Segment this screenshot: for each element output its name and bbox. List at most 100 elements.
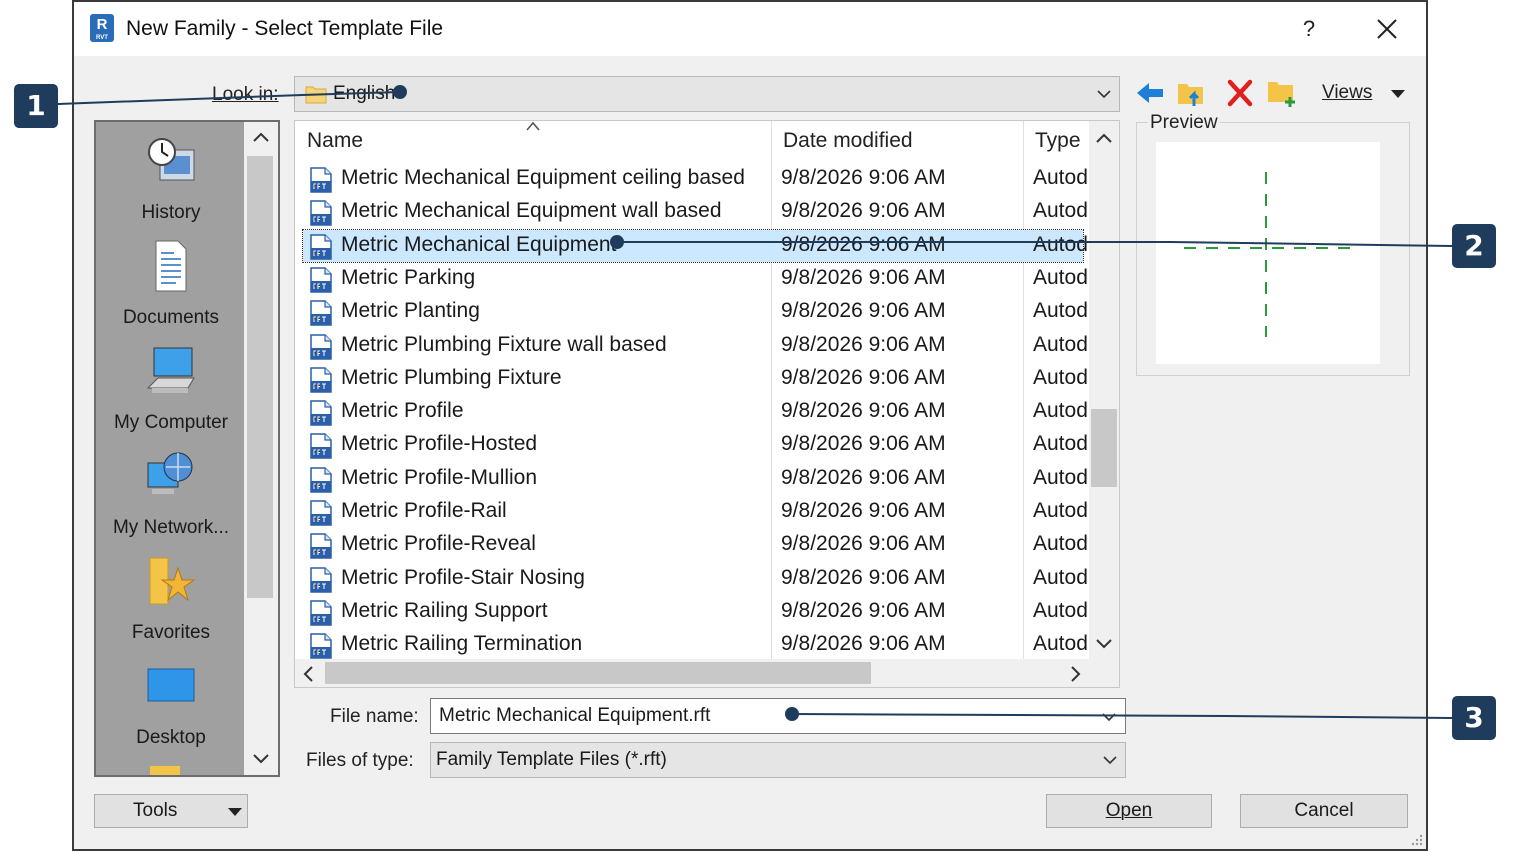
chevron-down-icon[interactable] xyxy=(1095,637,1113,651)
place-documents[interactable]: Documents xyxy=(96,233,246,338)
app-icon-letter: R xyxy=(96,16,108,33)
chevron-down-icon[interactable] xyxy=(1100,708,1118,726)
file-row[interactable]: Metric Mechanical Equipment wall based 9/… xyxy=(303,196,1088,228)
file-row[interactable]: Metric Parking 9/8/2026 9:06 AM Autod xyxy=(303,263,1088,295)
tools-button[interactable]: Tools xyxy=(94,794,248,828)
file-name-cell: Metric Plumbing Fixture xyxy=(341,365,562,389)
files-of-type-value: Family Template Files (*.rft) xyxy=(436,749,667,770)
file-name-cell: Metric Profile-Rail xyxy=(341,499,507,522)
file-type-cell: Autod xyxy=(1033,265,1088,289)
callout-badge-1: 1 xyxy=(14,84,58,128)
chevron-up-icon[interactable] xyxy=(252,130,270,144)
app-icon-sub: RVT xyxy=(96,35,108,41)
file-list: Name Date modified Type Metric Mechanica… xyxy=(294,120,1120,688)
views-button[interactable]: Views xyxy=(1322,82,1372,104)
file-date-cell: 9/8/2026 9:06 AM xyxy=(781,365,946,389)
up-folder-icon[interactable] xyxy=(1176,78,1208,108)
place-history[interactable]: History xyxy=(96,128,246,233)
preview-pane xyxy=(1156,142,1380,364)
open-button[interactable]: Open xyxy=(1046,794,1212,828)
file-row[interactable]: Metric Mechanical Equipment 9/8/2026 9:06… xyxy=(302,228,1088,263)
file-row[interactable]: Metric Railing Support 9/8/2026 9:06 AM Au… xyxy=(303,596,1088,628)
file-name-cell: Metric Mechanical Equipment ceiling base… xyxy=(341,166,745,189)
rft-file-icon xyxy=(310,433,332,460)
place-label: My Computer xyxy=(113,412,229,433)
chevron-down-icon[interactable] xyxy=(252,752,270,766)
file-row[interactable]: Metric Plumbing Fixture 9/8/2026 9:06 AM A… xyxy=(303,363,1088,395)
rft-file-icon xyxy=(310,167,332,193)
file-type-cell: Autod xyxy=(1033,499,1088,522)
callout-badge-3: 3 xyxy=(1452,696,1496,740)
file-name-cell: Metric Profile-Mullion xyxy=(341,465,538,489)
file-row[interactable]: Metric Planting 9/8/2026 9:06 AM Autod xyxy=(303,296,1088,328)
delete-icon[interactable] xyxy=(1224,78,1256,108)
rft-file-icon xyxy=(310,500,332,526)
caret-down-icon[interactable] xyxy=(1390,88,1406,100)
rft-file-icon xyxy=(310,367,332,393)
file-list-vscrollbar[interactable] xyxy=(1089,121,1119,661)
file-row[interactable]: Metric Profile-Mullion 9/8/2026 9:06 AM Au… xyxy=(303,463,1088,495)
places-scrollbar[interactable] xyxy=(244,122,278,775)
place-my-computer[interactable]: My Computer xyxy=(96,338,246,443)
place-favorites[interactable]: Favorites xyxy=(96,548,246,653)
back-arrow-icon[interactable] xyxy=(1134,78,1166,108)
file-date-cell: 9/8/2026 9:06 AM xyxy=(781,532,946,556)
file-name-input[interactable] xyxy=(430,698,1126,734)
look-in-combo[interactable]: English xyxy=(294,76,1120,112)
new-folder-icon[interactable] xyxy=(1266,78,1298,108)
file-row[interactable]: Metric Profile-Hosted 9/8/2026 9:06 AM Aut… xyxy=(303,429,1088,461)
file-row[interactable]: Metric Railing Termination 9/8/2026 9:06 … xyxy=(303,629,1088,661)
rft-file-icon xyxy=(310,600,332,626)
places-bar: History Documents My Computer My Network… xyxy=(94,120,280,777)
column-header-name[interactable]: Name xyxy=(307,129,363,153)
file-name-label: File name: xyxy=(330,706,419,727)
close-button[interactable] xyxy=(1370,12,1404,46)
file-list-hscrollbar[interactable] xyxy=(295,659,1119,687)
file-row[interactable]: Metric Profile-Reveal 9/8/2026 9:06 AM Aut… xyxy=(303,529,1088,561)
rft-file-icon xyxy=(310,400,332,426)
place-partial-folder xyxy=(150,766,180,775)
revit-app-icon: R RVT xyxy=(90,14,114,42)
file-type-cell: Autod xyxy=(1033,365,1088,389)
chevron-right-icon[interactable] xyxy=(1069,665,1083,683)
file-name-cell: Metric Railing Termination xyxy=(341,632,583,656)
hscroll-thumb[interactable] xyxy=(325,662,871,684)
file-name-cell: Metric Railing Support xyxy=(341,598,548,622)
file-date-cell: 9/8/2026 9:06 AM xyxy=(781,265,946,289)
file-date-cell: 9/8/2026 9:06 AM xyxy=(781,499,946,522)
sort-ascending-icon xyxy=(526,121,540,131)
look-in-value: English xyxy=(333,83,396,104)
vscroll-thumb[interactable] xyxy=(1091,409,1117,487)
places-scroll-thumb[interactable] xyxy=(247,156,273,598)
preview-label: Preview xyxy=(1148,112,1220,134)
open-label: Open xyxy=(1105,800,1153,821)
files-of-type-select[interactable]: Family Template Files (*.rft) xyxy=(430,742,1126,778)
file-name-cell: Metric Mechanical Equipment xyxy=(341,232,617,256)
file-name-cell: Metric Profile-Hosted xyxy=(341,432,538,456)
resize-grip-icon[interactable] xyxy=(1410,833,1424,847)
chevron-up-icon[interactable] xyxy=(1095,131,1113,145)
place-desktop[interactable]: Desktop xyxy=(96,653,246,758)
cancel-button[interactable]: Cancel xyxy=(1240,794,1408,828)
select-template-dialog: R RVT New Family - Select Template File … xyxy=(72,0,1428,851)
help-button[interactable]: ? xyxy=(1294,12,1324,46)
window-title: New Family - Select Template File xyxy=(126,17,444,40)
file-row[interactable]: Metric Profile 9/8/2026 9:06 AM Autod xyxy=(303,396,1088,428)
rft-file-icon xyxy=(310,633,332,659)
file-row[interactable]: Metric Plumbing Fixture wall based 9/8/20… xyxy=(303,330,1088,362)
chevron-down-icon xyxy=(1103,756,1117,765)
column-header-type[interactable]: Type xyxy=(1035,129,1081,153)
place-my-network[interactable]: My Network... xyxy=(96,443,246,548)
column-header-date[interactable]: Date modified xyxy=(783,129,913,153)
title-bar: R RVT New Family - Select Template File … xyxy=(74,2,1426,56)
file-date-cell: 9/8/2026 9:06 AM xyxy=(781,299,946,323)
chevron-left-icon[interactable] xyxy=(301,665,315,683)
file-name-cell: Metric Mechanical Equipment wall based xyxy=(341,199,722,223)
file-date-cell: 9/8/2026 9:06 AM xyxy=(781,166,946,189)
file-row[interactable]: Metric Profile-Rail 9/8/2026 9:06 AM Autod xyxy=(303,496,1088,528)
file-row[interactable]: Metric Mechanical Equipment ceiling base… xyxy=(303,163,1088,195)
file-row[interactable]: Metric Profile-Stair Nosing 9/8/2026 9:06… xyxy=(303,563,1088,595)
file-name-cell: Metric Plumbing Fixture wall based xyxy=(341,332,667,356)
favorites-icon xyxy=(149,557,196,605)
file-name-cell: Metric Profile-Reveal xyxy=(341,532,536,556)
